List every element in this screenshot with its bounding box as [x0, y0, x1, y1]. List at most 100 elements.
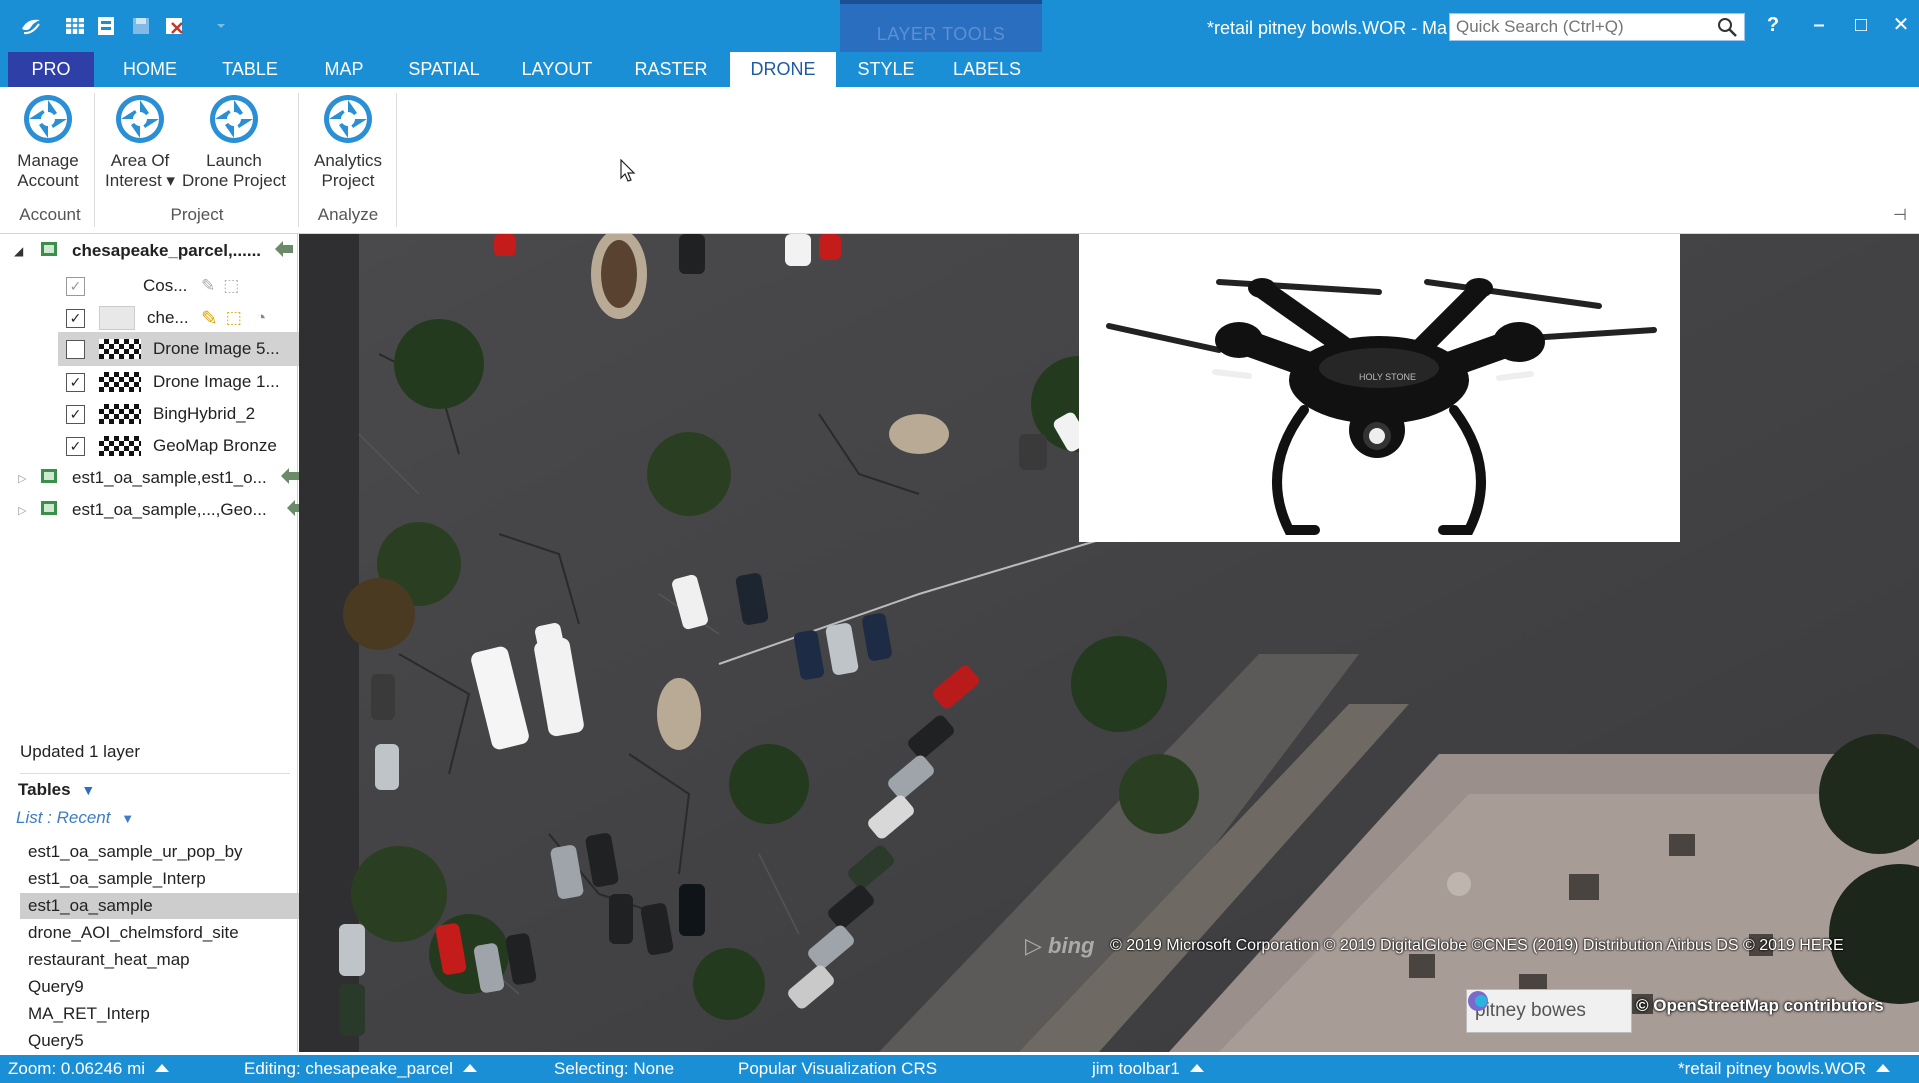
table-item[interactable]: Query5 [28, 1031, 84, 1051]
quick-search-box[interactable] [1449, 13, 1745, 41]
maximize-button[interactable]: □ [1846, 10, 1876, 40]
zoom-layer-icon[interactable] [279, 466, 301, 491]
caret-up-icon[interactable] [462, 1064, 477, 1072]
expand-arrow-icon[interactable]: ▷ [18, 472, 32, 485]
mouse-cursor-icon [620, 158, 638, 188]
analytics-project-label-1: Analytics [313, 151, 383, 170]
drone-image-overlay: HOLY STONE [1079, 234, 1680, 542]
layer-row[interactable]: ✓ Drone Image 1... [66, 365, 280, 399]
raster-layer-icon [99, 339, 141, 359]
list-mode-selector[interactable]: List : Recent ▼ [16, 808, 134, 828]
caret-up-icon[interactable] [1876, 1064, 1891, 1072]
layer-row[interactable]: ✓ Cos... ✎ ⬚ [66, 269, 239, 303]
quick-search-input[interactable] [1456, 16, 1706, 38]
launch-drone-label-1: Launch [206, 151, 262, 170]
layer-label: Cos... [143, 276, 188, 295]
aperture-icon [208, 93, 260, 145]
layer-group-row[interactable]: ▷ est1_oa_sample,est1_o... [18, 461, 301, 495]
edit-pencil-icon[interactable]: ✎ [201, 306, 218, 331]
selectable-icon[interactable]: ⬚ [223, 276, 239, 296]
minimize-button[interactable]: – [1804, 10, 1834, 40]
analytics-project-button[interactable]: Analytics Project [304, 93, 392, 191]
tab-table[interactable]: TABLE [210, 52, 290, 87]
map-group-icon [40, 467, 58, 490]
manage-account-button[interactable]: Manage Account [8, 93, 88, 191]
tables-header[interactable]: Tables ▼ [18, 780, 95, 800]
table-item[interactable]: restaurant_heat_map [28, 950, 190, 970]
layer-group-label: est1_oa_sample,est1_o... [72, 468, 267, 487]
open-table-icon[interactable] [62, 13, 88, 39]
open-workspace-icon[interactable] [94, 13, 120, 39]
tab-raster[interactable]: RASTER [624, 52, 718, 87]
raster-layer-icon [99, 436, 141, 456]
tab-home[interactable]: HOME [110, 52, 190, 87]
app-logo-icon[interactable] [18, 13, 44, 39]
manage-account-label-2: Account [17, 171, 79, 190]
label-icon[interactable]: ◔ [256, 308, 266, 328]
table-item[interactable]: Query9 [28, 977, 84, 997]
table-item[interactable]: est1_oa_sample_ur_pop_by [28, 842, 243, 862]
selecting-status[interactable]: Selecting: None [554, 1059, 674, 1079]
search-icon[interactable] [1716, 16, 1738, 43]
layer-visibility-checkbox[interactable]: ✓ [66, 436, 85, 456]
tab-drone[interactable]: DRONE [730, 52, 836, 87]
layer-label: Drone Image 5... [153, 339, 280, 358]
table-item[interactable]: drone_AOI_chelmsford_site [28, 923, 239, 943]
area-of-interest-button[interactable]: Area Of Interest ▾ [98, 93, 182, 191]
tab-spatial[interactable]: SPATIAL [398, 52, 490, 87]
chevron-down-icon[interactable]: ▼ [121, 811, 134, 826]
layer-label: BingHybrid_2 [153, 404, 256, 423]
editing-status[interactable]: Editing: chesapeake_parcel [244, 1059, 477, 1079]
ribbon-pin-icon[interactable]: ⊣ [1893, 205, 1907, 225]
chevron-down-icon[interactable]: ▼ [81, 782, 95, 798]
osm-attribution: © OpenStreetMap contributors [1636, 996, 1884, 1015]
edit-pencil-icon[interactable]: ✎ [201, 276, 215, 296]
table-item[interactable]: MA_RET_Interp [28, 1004, 150, 1024]
tab-map[interactable]: MAP [306, 52, 382, 87]
layer-visibility-checkbox[interactable]: ✓ [66, 372, 85, 392]
workspace-status[interactable]: *retail pitney bowls.WOR [1678, 1059, 1891, 1079]
zoom-status[interactable]: Zoom: 0.06246 mi [8, 1059, 170, 1079]
layer-tools-context-label: LAYER TOOLS [840, 0, 1042, 52]
tab-pro[interactable]: PRO [8, 52, 94, 87]
layer-visibility-checkbox[interactable]: ✓ [66, 308, 85, 328]
expand-arrow-icon[interactable]: ▷ [18, 504, 32, 517]
layer-row-selected[interactable]: Drone Image 5... [66, 332, 280, 366]
toolbar-status[interactable]: jim toolbar1 [1092, 1059, 1204, 1079]
layer-row[interactable]: ✓ GeoMap Bronze [66, 429, 277, 463]
bing-logo: ▷ bing [1025, 933, 1094, 959]
layer-row[interactable]: ✓ che... ✎ ⬚ ◔ [66, 301, 266, 335]
collapse-arrow-icon[interactable]: ◢ [14, 244, 32, 258]
selectable-icon[interactable]: ⬚ [226, 308, 242, 328]
layer-visibility-checkbox[interactable]: ✓ [66, 276, 85, 296]
bing-logo-text: bing [1048, 933, 1095, 958]
zoom-layer-icon[interactable] [273, 239, 295, 264]
layer-group-row[interactable]: ◢ chesapeake_parcel,...... [14, 234, 295, 268]
layer-visibility-checkbox[interactable] [66, 339, 85, 359]
group-separator [298, 93, 299, 227]
customize-qat-icon[interactable] [208, 13, 234, 39]
layer-group-row[interactable]: ▷ est1_oa_sample,...,Geo... [18, 493, 307, 527]
tab-labels[interactable]: LABELS [942, 52, 1032, 87]
manage-account-label-1: Manage [17, 151, 79, 170]
group-separator [94, 93, 95, 227]
caret-up-icon[interactable] [1189, 1064, 1204, 1072]
caret-up-icon[interactable] [155, 1064, 170, 1072]
save-workspace-icon[interactable] [128, 13, 154, 39]
layer-row[interactable]: ✓ BingHybrid_2 [66, 397, 255, 431]
tab-layout[interactable]: LAYOUT [508, 52, 606, 87]
close-button[interactable]: ✕ [1886, 10, 1916, 40]
tab-style[interactable]: STYLE [846, 52, 926, 87]
region-style-icon [99, 306, 135, 330]
close-all-icon[interactable] [162, 13, 188, 39]
crs-status[interactable]: Popular Visualization CRS [738, 1059, 937, 1079]
table-item-selected[interactable]: est1_oa_sample [28, 896, 153, 916]
analytics-project-label-2: Project [321, 171, 375, 190]
launch-drone-project-button[interactable]: Launch Drone Project [178, 93, 290, 191]
group-label-project: Project [170, 205, 224, 224]
help-button[interactable]: ? [1758, 10, 1788, 40]
map-window[interactable]: HOLY STONE ▷ bing © 2019 Microsoft Corpo… [299, 234, 1919, 1052]
layer-list-panel: ◢ chesapeake_parcel,...... ✓ Cos... ✎ ⬚ … [0, 234, 326, 1052]
layer-visibility-checkbox[interactable]: ✓ [66, 404, 85, 424]
table-item[interactable]: est1_oa_sample_Interp [28, 869, 206, 889]
